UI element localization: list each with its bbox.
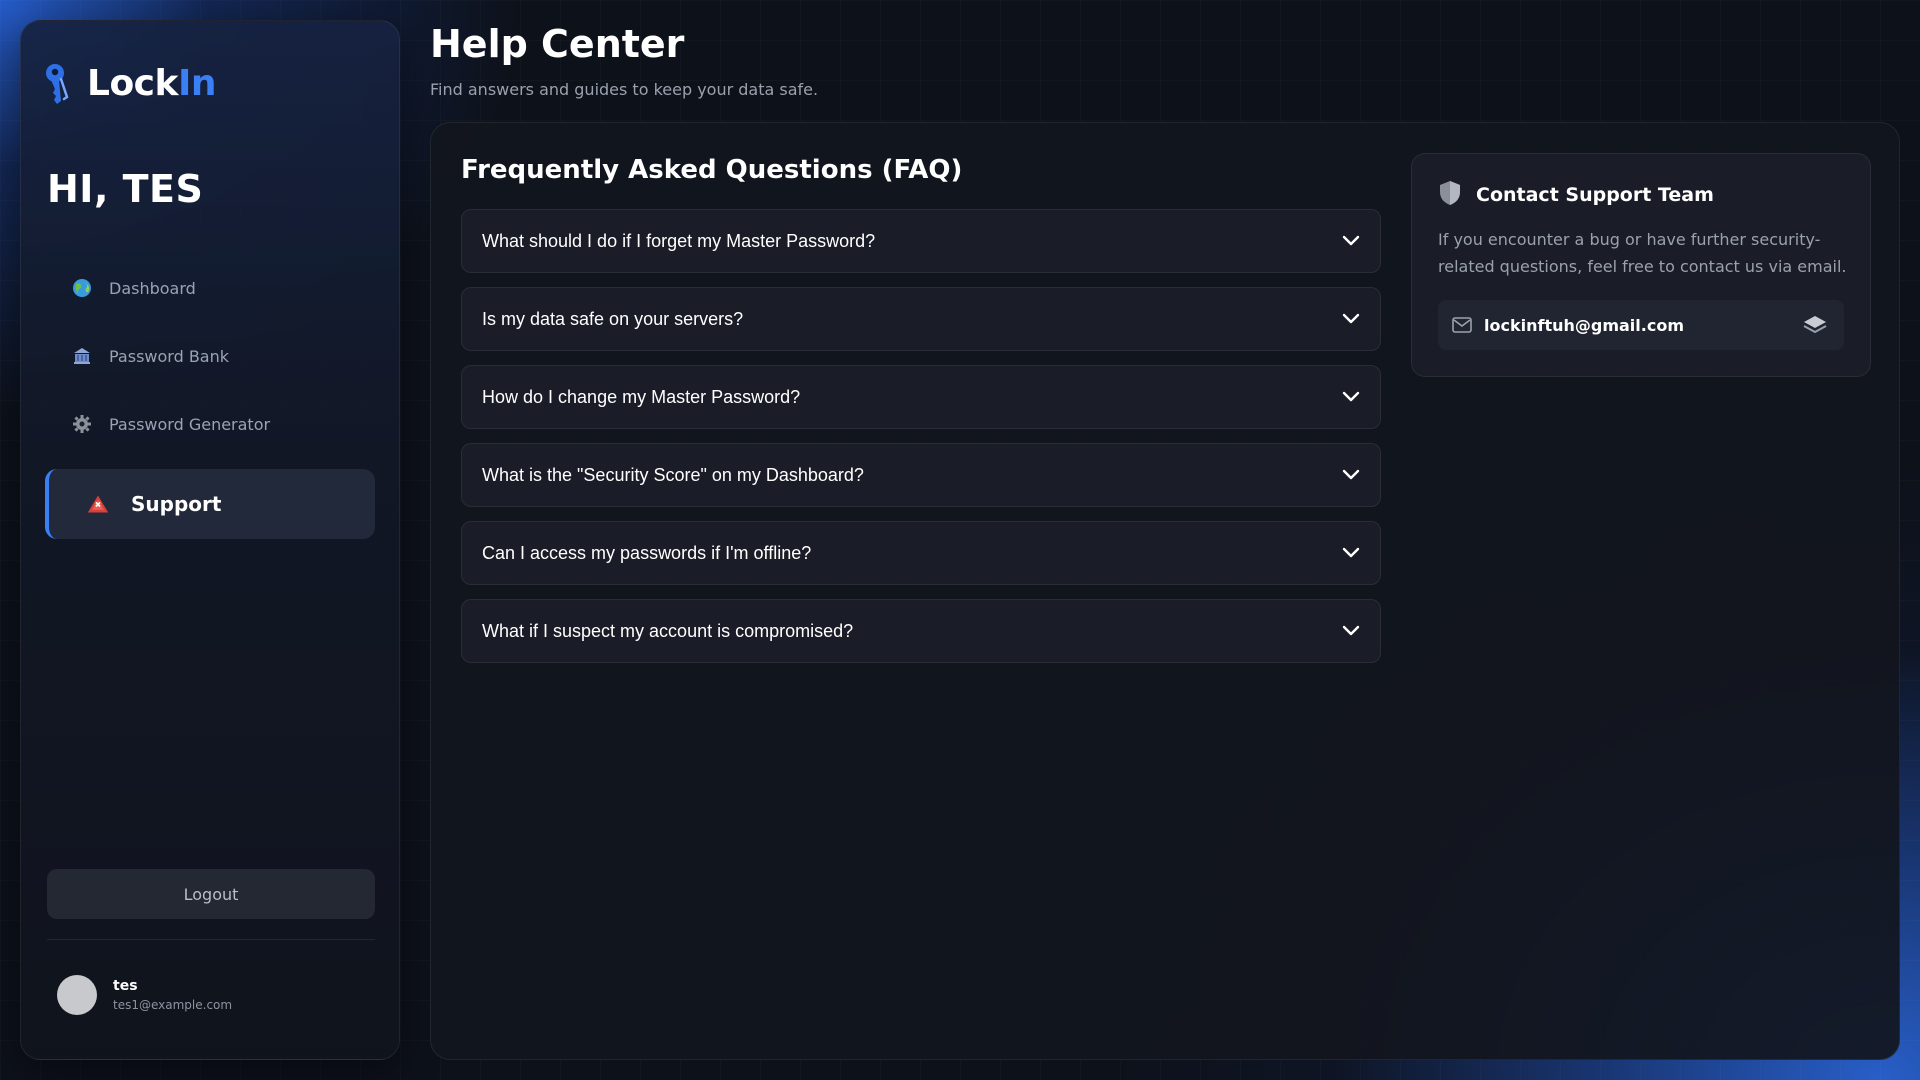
copy-icon[interactable] <box>1800 310 1830 340</box>
faq-question: How do I change my Master Password? <box>482 386 801 407</box>
sidebar-divider <box>47 939 375 940</box>
faq-item[interactable]: What if I suspect my account is compromi… <box>461 599 1381 663</box>
user-name: tes <box>113 978 138 994</box>
page-subtitle: Find answers and guides to keep your dat… <box>430 80 819 99</box>
shield-icon <box>1438 180 1462 210</box>
support-email-row[interactable]: lockinftuh@gmail.com <box>1438 300 1844 350</box>
chevron-down-icon[interactable] <box>1340 620 1362 642</box>
faq-item[interactable]: Is my data safe on your servers? <box>461 287 1381 351</box>
faq-item[interactable]: Can I access my passwords if I'm offline… <box>461 521 1381 585</box>
chevron-down-icon[interactable] <box>1340 386 1362 408</box>
chevron-down-icon[interactable] <box>1340 308 1362 330</box>
faq-question: What should I do if I forget my Master P… <box>482 230 876 251</box>
contact-title: Contact Support Team <box>1476 184 1714 206</box>
sidebar-item-label: Password Generator <box>109 414 271 434</box>
sidebar: LockIn HI, TES Dashboard Password Bank P… <box>20 20 400 1060</box>
sidebar-item-password-bank[interactable]: Password Bank <box>45 333 375 379</box>
faq-question: What is the "Security Score" on my Dashb… <box>482 464 864 485</box>
mail-icon <box>1452 317 1472 333</box>
faq-title: Frequently Asked Questions (FAQ) <box>461 155 963 185</box>
user-email: tes1@example.com <box>113 998 233 1012</box>
faq-item[interactable]: How do I change my Master Password? <box>461 365 1381 429</box>
faq-item[interactable]: What should I do if I forget my Master P… <box>461 209 1381 273</box>
avatar <box>57 975 97 1015</box>
sidebar-item-label: Dashboard <box>109 278 196 298</box>
warning-icon <box>87 493 109 515</box>
contact-description: If you encounter a bug or have further s… <box>1438 230 1847 276</box>
sidebar-item-label: Password Bank <box>109 346 230 366</box>
faq-question: Can I access my passwords if I'm offline… <box>482 542 812 563</box>
brand-name: LockIn <box>87 62 216 104</box>
chevron-down-icon[interactable] <box>1340 542 1362 564</box>
faq-question: Is my data safe on your servers? <box>482 308 744 329</box>
sidebar-item-label: Support <box>131 492 222 516</box>
chevron-down-icon[interactable] <box>1340 230 1362 252</box>
faq-question: What if I suspect my account is compromi… <box>482 620 854 641</box>
chevron-down-icon[interactable] <box>1340 464 1362 486</box>
logo[interactable]: LockIn <box>41 61 216 105</box>
contact-support-card: Contact Support Team If you encounter a … <box>1411 153 1871 377</box>
logout-button[interactable]: Logout <box>47 869 375 919</box>
user-profile[interactable]: tes tes1@example.com <box>57 975 232 1015</box>
help-panel: Frequently Asked Questions (FAQ) What sh… <box>430 122 1900 1060</box>
bank-icon <box>71 345 93 367</box>
greeting: HI, TES <box>47 167 204 211</box>
page-title: Help Center <box>430 22 685 66</box>
key-icon <box>41 61 75 105</box>
faq-list: What should I do if I forget my Master P… <box>461 209 1381 677</box>
sidebar-item-support[interactable]: Support <box>45 469 375 539</box>
faq-item[interactable]: What is the "Security Score" on my Dashb… <box>461 443 1381 507</box>
sidebar-item-dashboard[interactable]: Dashboard <box>45 265 375 311</box>
support-email[interactable]: lockinftuh@gmail.com <box>1484 316 1800 335</box>
contact-header: Contact Support Team <box>1438 180 1714 210</box>
globe-icon <box>71 277 93 299</box>
sidebar-item-password-generator[interactable]: Password Generator <box>45 401 375 447</box>
sidebar-nav: Dashboard Password Bank Password Generat… <box>45 265 375 561</box>
gear-icon <box>71 413 93 435</box>
